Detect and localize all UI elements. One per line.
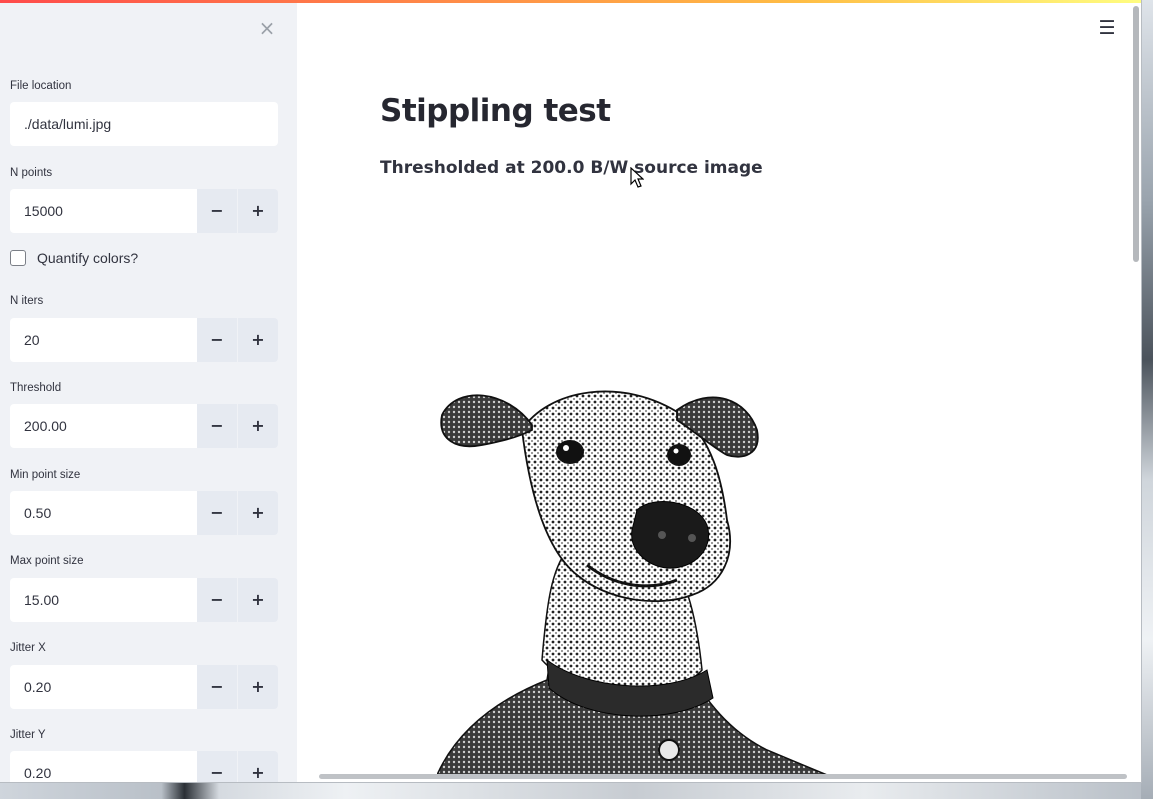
n-iters-input[interactable]: 20 [10,318,197,362]
jitter-x-label: Jitter X [10,642,46,654]
sidebar: × File location ./data/lumi.jpg N points… [0,0,297,782]
jitter-y-label: Jitter Y [10,729,46,741]
page-title: Stippling test [380,93,611,129]
min-point-size-increment-button[interactable]: + [238,491,278,535]
top-decoration-bar [0,0,1141,3]
vertical-scrollbar-thumb[interactable] [1133,6,1139,262]
n-points-decrement-button[interactable]: − [197,189,237,233]
image-caption-heading: Thresholded at 200.0 B/W source image [380,158,763,178]
min-point-size-input[interactable]: 0.50 [10,491,197,535]
n-points-label: N points [10,167,53,179]
n-points-increment-button[interactable]: + [238,189,278,233]
jitter-x-decrement-button[interactable]: − [197,665,237,709]
max-point-size-increment-button[interactable]: + [238,578,278,622]
hamburger-menu-icon[interactable]: ☰ [1095,16,1119,40]
min-point-size-decrement-button[interactable]: − [197,491,237,535]
jitter-y-decrement-button[interactable]: − [197,751,237,782]
quantify-colors-label[interactable]: Quantify colors? [37,250,138,266]
jitter-y-increment-button[interactable]: + [238,751,278,782]
n-points-input[interactable]: 15000 [10,189,197,233]
max-point-size-decrement-button[interactable]: − [197,578,237,622]
dog-image [437,390,827,775]
n-iters-increment-button[interactable]: + [238,318,278,362]
desktop-background-right [1141,0,1153,799]
threshold-decrement-button[interactable]: − [197,404,237,448]
jitter-y-input[interactable]: 0.20 [10,751,197,782]
n-iters-decrement-button[interactable]: − [197,318,237,362]
threshold-increment-button[interactable]: + [238,404,278,448]
file-location-input[interactable]: ./data/lumi.jpg [10,102,278,146]
max-point-size-label: Max point size [10,555,84,567]
jitter-x-input[interactable]: 0.20 [10,665,197,709]
horizontal-scrollbar[interactable] [319,772,1127,780]
quantify-colors-checkbox[interactable] [10,250,26,266]
threshold-input[interactable]: 200.00 [10,404,197,448]
quantify-colors-row[interactable]: Quantify colors? [10,248,138,268]
max-point-size-input[interactable]: 15.00 [10,578,197,622]
min-point-size-label: Min point size [10,469,81,481]
file-location-label: File location [10,80,72,92]
jitter-x-increment-button[interactable]: + [238,665,278,709]
desktop-background [0,780,1153,799]
app-window: × File location ./data/lumi.jpg N points… [0,0,1141,782]
n-iters-label: N iters [10,295,44,307]
mouse-cursor-icon [630,167,644,188]
horizontal-scrollbar-thumb[interactable] [319,774,1127,779]
threshold-label: Threshold [10,382,62,394]
close-sidebar-icon[interactable]: × [256,16,278,40]
main-content: ☰ Stippling test Thresholded at 200.0 B/… [297,0,1141,782]
